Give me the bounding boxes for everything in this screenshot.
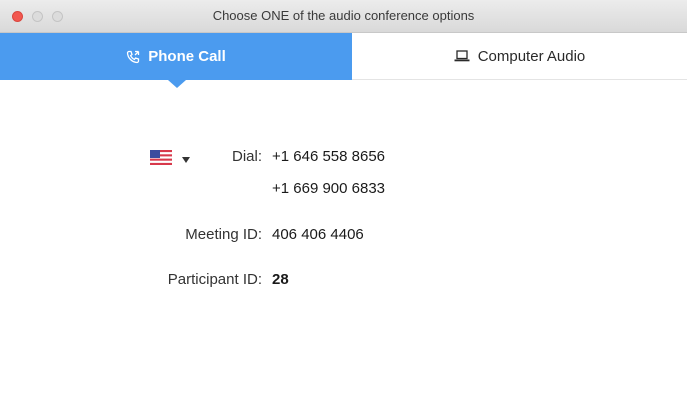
audio-option-tabs: Phone Call Computer Audio bbox=[0, 33, 687, 80]
dial-number-primary: +1 646 558 8656 bbox=[272, 148, 386, 165]
phone-icon bbox=[126, 50, 140, 64]
dial-number-secondary: +1 669 900 6833 bbox=[272, 180, 386, 197]
dial-label: Dial: bbox=[231, 148, 262, 165]
selected-tab-indicator bbox=[168, 80, 186, 88]
tab-computer-audio-label: Computer Audio bbox=[477, 47, 586, 65]
participant-id-label: Participant ID: bbox=[167, 271, 262, 288]
meeting-id-label: Meeting ID: bbox=[185, 226, 262, 243]
chevron-down-icon bbox=[182, 156, 190, 163]
tab-phone-call-label: Phone Call bbox=[148, 48, 226, 65]
dial-row: Dial: +1 646 558 8656 bbox=[0, 148, 687, 168]
us-flag-icon bbox=[150, 150, 172, 169]
meeting-id-row: Meeting ID: 406 406 4406 bbox=[0, 226, 687, 246]
dial-row-secondary: +1 669 900 6833 bbox=[0, 180, 687, 200]
laptop-icon bbox=[454, 50, 470, 62]
title-bar: Choose ONE of the audio conference optio… bbox=[0, 0, 687, 33]
country-selector[interactable] bbox=[150, 150, 190, 169]
window-title: Choose ONE of the audio conference optio… bbox=[212, 8, 475, 23]
tab-phone-call[interactable]: Phone Call bbox=[0, 33, 352, 80]
tab-computer-audio[interactable]: Computer Audio bbox=[352, 33, 687, 80]
audio-options-window: Choose ONE of the audio conference optio… bbox=[0, 0, 687, 418]
participant-id-row: Participant ID: 28 bbox=[0, 271, 687, 291]
participant-id-value: 28 bbox=[272, 271, 289, 288]
meeting-id-value: 406 406 4406 bbox=[272, 226, 364, 243]
